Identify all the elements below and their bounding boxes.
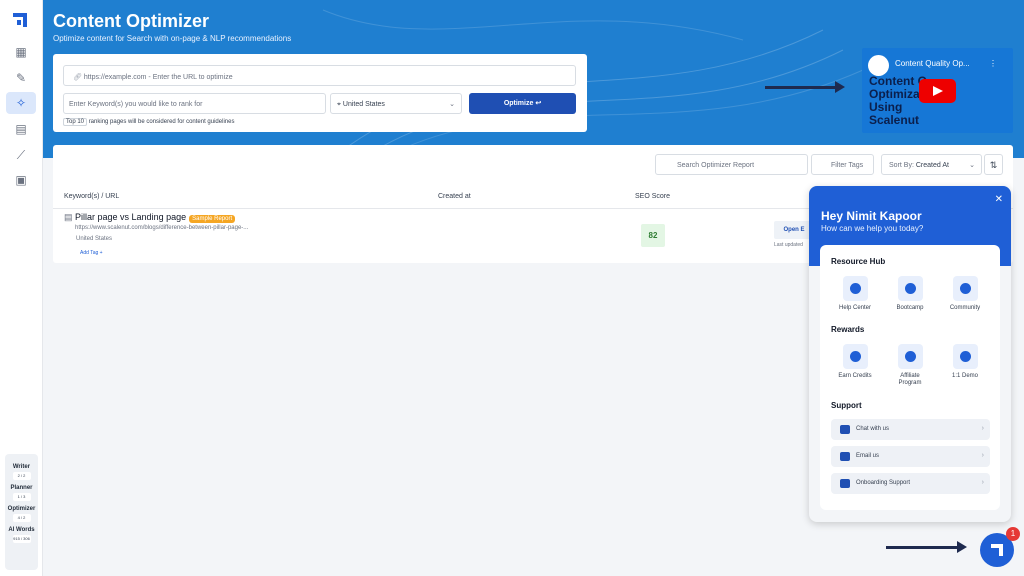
video-title: Content Quality Op... <box>895 59 970 68</box>
open-editor-button[interactable]: Open E <box>774 221 814 239</box>
country-value: United States <box>342 101 385 108</box>
question-icon <box>842 276 868 301</box>
sort-label: Sort By: <box>889 162 914 169</box>
chevron-down-icon: ⌄ <box>449 101 455 108</box>
keyword-input[interactable]: Enter Keyword(s) you would like to rank … <box>63 93 326 114</box>
resource-hub-title: Resource Hub <box>831 257 886 266</box>
usage-label: AI Words <box>8 527 35 533</box>
graduation-cap-icon <box>897 276 923 301</box>
coins-icon <box>842 344 868 369</box>
rewards-title: Rewards <box>831 325 865 334</box>
greeting: Hey Nimit Kapoor <box>821 209 922 223</box>
demo-tile[interactable]: 1:1 Demo <box>940 344 990 380</box>
chevron-down-icon: ⌄ <box>969 162 975 169</box>
search-input[interactable]: Search Optimizer Report <box>655 154 808 175</box>
onboarding-support-button[interactable]: Onboarding Support › <box>831 473 990 494</box>
annotation-arrow <box>886 541 967 553</box>
chevron-right-icon: › <box>981 452 984 459</box>
report-title[interactable]: ▤ Pillar page vs Landing page Sample Repo… <box>64 212 236 223</box>
scalenut-logo-icon[interactable] <box>13 13 27 27</box>
onboarding-icon <box>840 479 850 488</box>
person-icon <box>952 344 978 369</box>
channel-logo-icon <box>868 55 889 76</box>
magic-wand-icon[interactable]: ✧ <box>6 92 36 114</box>
column-header[interactable]: Keyword(s) / URL <box>64 193 119 200</box>
notification-badge: 1 <box>1006 527 1020 541</box>
tile-label: 1:1 Demo <box>951 373 978 379</box>
top-pages-select[interactable]: Top 10 <box>63 118 88 126</box>
more-options-icon[interactable]: ⋮ <box>989 59 997 68</box>
sort-select[interactable]: Sort By: Created At ⌄ <box>881 154 982 175</box>
greeting-sub: How can we help you today? <box>821 224 924 233</box>
bootcamp-tile[interactable]: Bootcamp <box>885 276 935 312</box>
email-us-button[interactable]: Email us › <box>831 446 990 467</box>
optimize-button[interactable]: Optimize ↩ <box>469 93 576 114</box>
dashboard-icon[interactable]: ▦ <box>6 41 36 63</box>
page-title: Content Optimizer <box>53 11 209 31</box>
usage-value: 2 / 2 <box>12 472 31 480</box>
filter-tags-button[interactable]: Filter Tags <box>811 154 874 175</box>
usage-value: 1 / 3 <box>12 493 31 501</box>
tile-label: Affiliate Program <box>898 373 922 386</box>
help-panel: ✕ Hey Nimit Kapoor How can we help you t… <box>809 186 1011 522</box>
page-subtitle: Optimize content for Search with on-page… <box>53 34 292 43</box>
report-title-text: Pillar page vs Landing page <box>75 212 187 222</box>
chat-icon <box>840 425 850 434</box>
annotation-arrow <box>765 81 845 93</box>
sample-badge: Sample Report <box>189 215 236 223</box>
tile-label: Help Center <box>838 305 871 311</box>
chevron-right-icon: › <box>981 425 984 432</box>
support-label: Email us <box>856 453 880 459</box>
sort-order-icon[interactable]: ⇅ <box>984 154 1003 175</box>
last-updated: Last updated <box>774 242 803 248</box>
usage-value: 915 / 306 <box>12 535 31 543</box>
chip-icon[interactable]: ▣ <box>6 169 36 191</box>
clipboard-icon[interactable]: ▤ <box>6 118 36 140</box>
add-tag-button[interactable]: Add Tag + <box>80 250 103 256</box>
optimize-form: 🔗︎ https://example.com - Enter the URL t… <box>53 54 587 132</box>
seo-score: 82 <box>641 224 665 247</box>
tile-label: Bootcamp <box>896 305 924 311</box>
help-center-tile[interactable]: Help Center <box>830 276 880 312</box>
top-pages-row: Top 10 ranking pages will be considered … <box>63 118 234 126</box>
report-url[interactable]: https://www.scalenut.com/blogs/differenc… <box>75 225 248 231</box>
usage-value: 4 / 2 <box>12 514 31 522</box>
support-label: Chat with us <box>856 426 890 432</box>
document-icon: ▤ <box>64 212 76 222</box>
usage-label: Writer <box>12 464 31 470</box>
support-label: Onboarding Support <box>856 480 911 486</box>
community-tile[interactable]: Community <box>940 276 990 312</box>
chevron-right-icon: › <box>981 479 984 486</box>
tile-label: Community <box>949 305 981 311</box>
column-header[interactable]: SEO Score <box>635 193 670 200</box>
chart-line-icon[interactable]: ⟋ <box>6 144 36 166</box>
url-input[interactable]: 🔗︎ https://example.com - Enter the URL t… <box>63 65 576 86</box>
column-header[interactable]: Created at <box>438 193 471 200</box>
network-icon <box>897 344 923 369</box>
top-pages-suffix: ranking pages will be considered for con… <box>88 119 235 125</box>
link-icon: 🔗︎ <box>73 74 84 81</box>
mail-icon <box>840 452 850 461</box>
tile-label: Earn Credits <box>838 373 872 379</box>
affiliate-program-tile[interactable]: Affiliate Program <box>885 344 935 387</box>
sidebar: ▦ ✎ ✧ ▤ ⟋ ▣ Writer 2 / 2 Planner 1 / 3 Opt… <box>0 0 43 576</box>
report-location: United States <box>76 236 113 242</box>
url-placeholder: https://example.com - Enter the URL to o… <box>83 74 233 81</box>
usage-label: Optimizer <box>7 506 36 512</box>
document-edit-icon[interactable]: ✎ <box>6 67 36 89</box>
sort-value: Created At <box>915 162 949 169</box>
country-select[interactable]: ⌖ United States ⌄ <box>330 93 462 114</box>
usage-panel: Writer 2 / 2 Planner 1 / 3 Optimizer 4 / 2 … <box>5 454 38 570</box>
play-icon[interactable] <box>919 79 956 103</box>
people-icon <box>952 276 978 301</box>
close-icon[interactable]: ✕ <box>995 194 1003 205</box>
support-title: Support <box>831 401 862 410</box>
scalenut-logo-icon <box>991 544 1003 556</box>
video-thumbnail[interactable]: Content Quality Op... ⋮ Content Q... Opt… <box>862 48 1013 133</box>
usage-label: Planner <box>10 485 33 491</box>
chat-with-us-button[interactable]: Chat with us › <box>831 419 990 440</box>
earn-credits-tile[interactable]: Earn Credits <box>830 344 880 380</box>
help-card: Resource Hub Help Center Bootcamp Commun… <box>820 245 1000 510</box>
